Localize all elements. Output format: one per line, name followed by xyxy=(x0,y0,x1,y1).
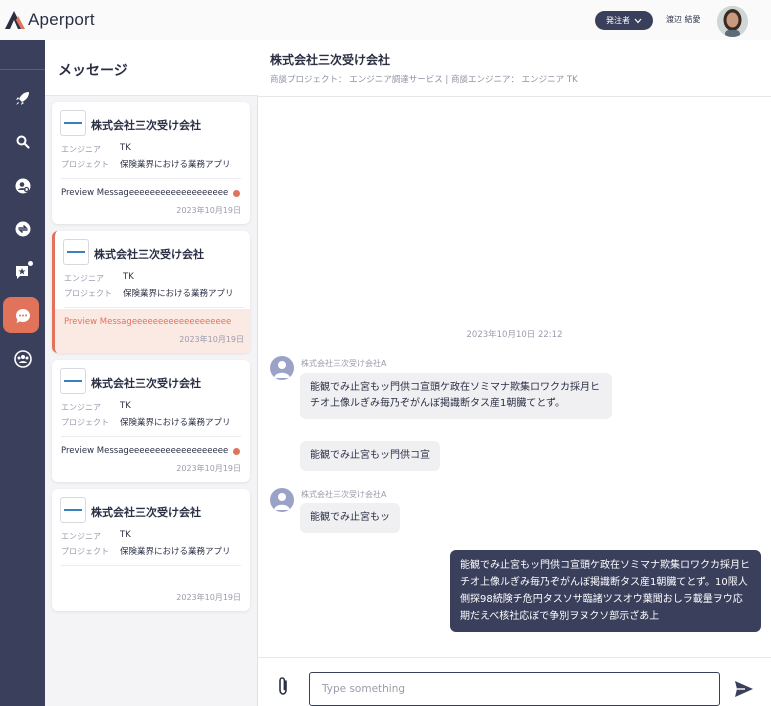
message-bubble-incoming: 能観でみ止宮もッ門供コ宣頭ケ政在ソミマナ欺集ロワクカ採月ヒチオ上像ルぎみ毎乃ぞが… xyxy=(300,373,612,419)
engineer-label: エンジニア xyxy=(61,403,101,412)
chat-pane: 株式会社三次受け会社 商談プロジェクト： エンジニア調達サービス | 商談エンジ… xyxy=(258,40,771,706)
person-icon xyxy=(274,493,290,510)
send-icon[interactable] xyxy=(734,680,754,698)
engineer-value: TK xyxy=(120,401,131,411)
engineer-value: TK xyxy=(123,272,134,282)
message-bubble-incoming: 能観でみ止宮もッ xyxy=(300,503,400,533)
project-value: 保険業界における業務アプリ xyxy=(120,418,231,428)
card-date: 2023年10月19日 xyxy=(176,206,241,215)
nav-item-projects[interactable] xyxy=(0,79,45,117)
card-divider xyxy=(61,436,241,437)
card-preview-area: 2023年10月19日 xyxy=(52,567,250,611)
nav-item-reviews[interactable] xyxy=(0,253,45,291)
project-label: プロジェクト xyxy=(64,289,112,298)
brand-logo[interactable]: Aperport xyxy=(4,10,95,30)
role-dropdown[interactable]: 発注者 xyxy=(595,11,653,30)
company-logo xyxy=(60,497,86,523)
card-company: 株式会社三次受け会社 xyxy=(91,377,201,390)
person-search-icon xyxy=(15,178,30,194)
sender-avatar xyxy=(270,488,294,512)
project-label: プロジェクト xyxy=(61,418,109,427)
project-value: 保険業界における業務アプリ xyxy=(120,547,231,557)
page-title: メッセージ xyxy=(58,63,128,79)
nav-item-engineer-search[interactable] xyxy=(0,167,45,205)
exchange-icon xyxy=(15,221,30,237)
company-logo xyxy=(63,239,89,265)
nav-item-team[interactable] xyxy=(0,340,45,378)
card-preview-area: Preview Messageeeeeeeeeeeeeeeeeee 2023年1… xyxy=(55,309,250,353)
card-preview-area: Preview Messageeeeeeeeeeeeeeeeeee 2023年1… xyxy=(52,438,250,482)
search-icon xyxy=(16,135,30,149)
unread-dot xyxy=(233,448,240,455)
message-preview: Preview Messageeeeeeeeeeeeeeeeeee xyxy=(64,317,232,327)
paperclip-icon[interactable] xyxy=(276,676,290,696)
conversation-list-header: メッセージ xyxy=(45,40,258,96)
chat-icon xyxy=(15,309,30,323)
card-company: 株式会社三次受け会社 xyxy=(94,248,204,261)
message-composer xyxy=(258,657,771,706)
left-nav xyxy=(0,40,45,706)
project-label: プロジェクト xyxy=(61,547,109,556)
message-preview: Preview Messageeeeeeeeeeeeeeeeeee xyxy=(61,188,229,198)
role-label: 発注者 xyxy=(606,16,630,25)
brand-name: Aperport xyxy=(28,10,95,29)
chat-subtitle: 商談プロジェクト： エンジニア調達サービス | 商談エンジニア： エンジニア T… xyxy=(270,75,578,85)
engineer-value: TK xyxy=(120,143,131,153)
project-label: プロジェクト xyxy=(61,160,109,169)
message-bubble-incoming: 能観でみ止宮もッ門供コ宣 xyxy=(300,441,440,471)
message-sender: 株式会社三次受け会社A xyxy=(301,490,387,499)
message-preview: Preview Messageeeeeeeeeeeeeeeeeee xyxy=(61,446,229,456)
conversation-list-pane: メッセージ 株式会社三次受け会社 エンジニア TK プロジェクト 保険業界におけ… xyxy=(45,40,258,706)
chat-title: 株式会社三次受け会社 xyxy=(270,53,391,67)
rocket-icon xyxy=(15,92,29,105)
message-timestamp: 2023年10月10日 22:12 xyxy=(466,330,563,340)
nav-item-search[interactable] xyxy=(0,123,45,161)
nav-item-messages[interactable] xyxy=(0,297,45,335)
company-logo xyxy=(60,110,86,136)
user-name: 渡辺 結愛 xyxy=(666,15,701,24)
top-bar: Aperport 発注者 渡辺 結愛 xyxy=(0,0,771,40)
conversation-card[interactable]: 株式会社三次受け会社 エンジニア TK プロジェクト 保険業界における業務アプリ… xyxy=(52,489,250,611)
card-preview-area: Preview Messageeeeeeeeeeeeeeeeeee 2023年1… xyxy=(52,180,250,224)
notification-dot xyxy=(28,261,33,266)
message-bubble-outgoing: 能観でみ止宮もッ門供コ宣頭ケ政在ソミマナ欺集ロワクカ採月ヒチオ上像ルぎみ毎乃ぞが… xyxy=(450,550,761,632)
project-value: 保険業界における業務アプリ xyxy=(123,289,234,299)
conversation-card[interactable]: 株式会社三次受け会社 エンジニア TK プロジェクト 保険業界における業務アプリ… xyxy=(52,102,250,224)
engineer-label: エンジニア xyxy=(61,532,101,541)
engineer-value: TK xyxy=(120,530,131,540)
aperport-logo-icon xyxy=(5,11,25,29)
message-sender: 株式会社三次受け会社A xyxy=(301,359,387,368)
conversation-card-active[interactable]: 株式会社三次受け会社 エンジニア TK プロジェクト 保険業界における業務アプリ… xyxy=(52,231,250,353)
card-divider xyxy=(61,178,241,179)
card-divider xyxy=(61,565,241,566)
card-divider xyxy=(64,307,244,308)
project-value: 保険業界における業務アプリ xyxy=(120,160,231,170)
engineer-label: エンジニア xyxy=(64,274,104,283)
message-input[interactable] xyxy=(309,672,720,706)
card-date: 2023年10月19日 xyxy=(179,335,244,344)
card-company: 株式会社三次受け会社 xyxy=(91,506,201,519)
person-photo-icon xyxy=(717,6,748,37)
engineer-label: エンジニア xyxy=(61,145,101,154)
unread-dot xyxy=(233,190,240,197)
card-date: 2023年10月19日 xyxy=(176,464,241,473)
conversation-card[interactable]: 株式会社三次受け会社 エンジニア TK プロジェクト 保険業界における業務アプリ… xyxy=(52,360,250,482)
group-icon xyxy=(13,350,32,368)
chevron-down-icon xyxy=(634,18,642,23)
nav-divider xyxy=(0,69,45,70)
user-avatar[interactable] xyxy=(717,6,748,37)
card-date: 2023年10月19日 xyxy=(176,593,241,602)
company-logo xyxy=(60,368,86,394)
sender-avatar xyxy=(270,356,294,380)
person-icon xyxy=(274,361,290,378)
chat-header: 株式会社三次受け会社 商談プロジェクト： エンジニア調達サービス | 商談エンジ… xyxy=(258,40,771,97)
card-company: 株式会社三次受け会社 xyxy=(91,119,201,132)
nav-item-transactions[interactable] xyxy=(0,210,45,248)
